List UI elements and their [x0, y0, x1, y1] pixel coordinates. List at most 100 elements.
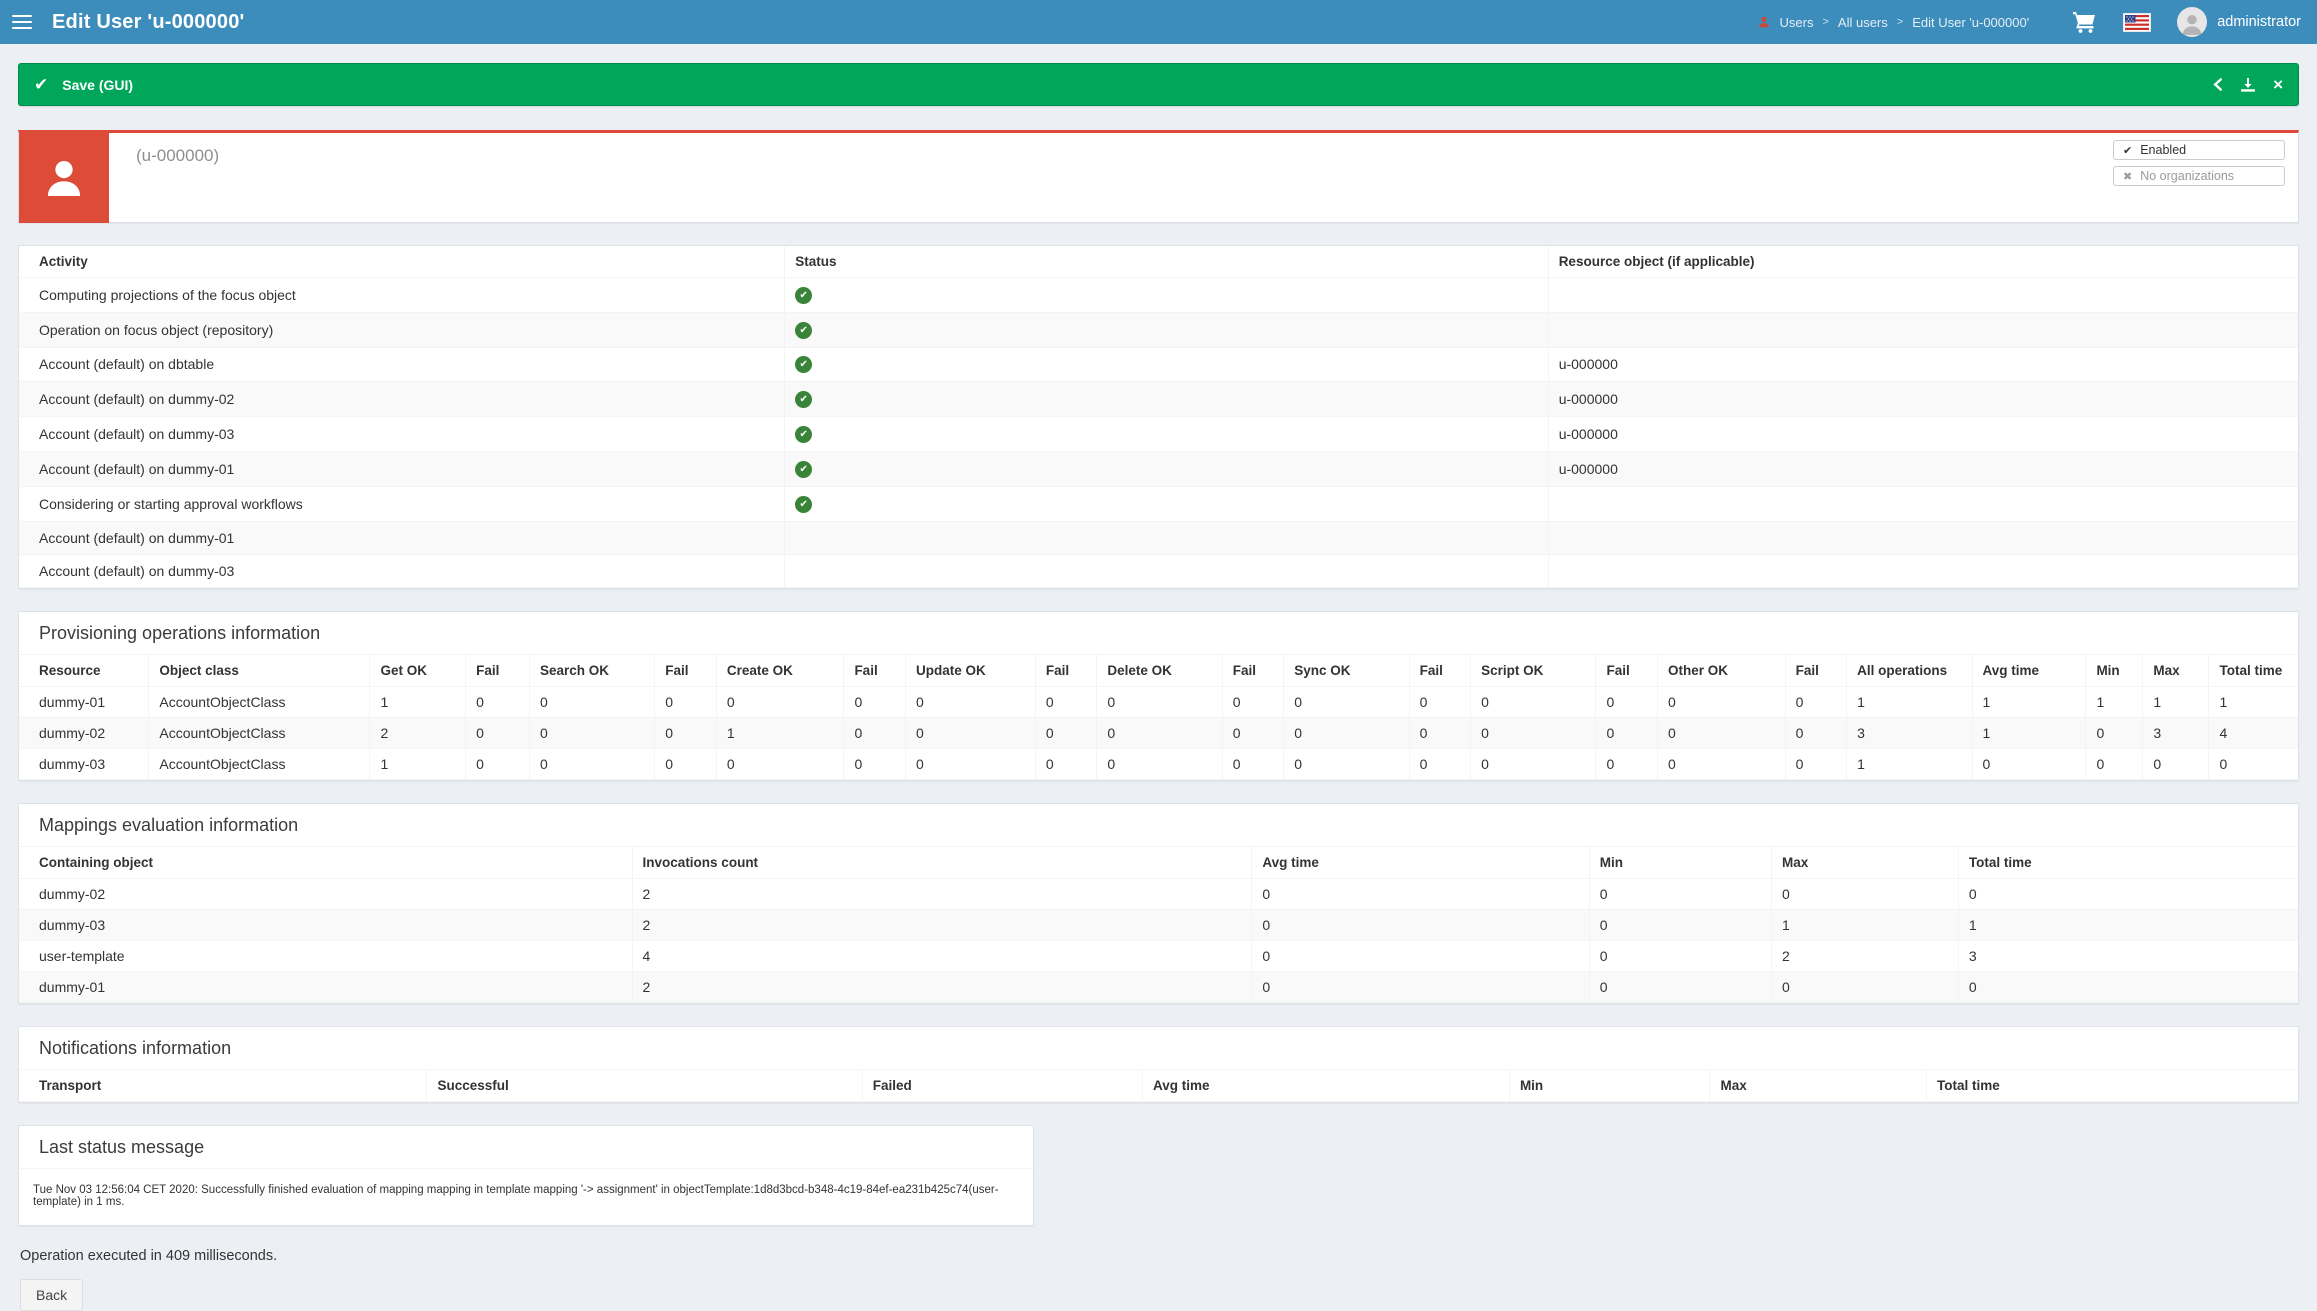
enabled-tag: ✔ Enabled — [2113, 140, 2285, 160]
table-cell: 0 — [1221, 747, 1285, 780]
table-cell: 0 — [1957, 970, 2298, 1003]
table-cell: 0 — [904, 685, 1036, 718]
column-header: All operations — [1846, 654, 1973, 687]
table-row: Account (default) on dummy-03 ✔ u-000000 — [19, 416, 2298, 452]
column-header: Max — [1771, 846, 1959, 879]
table-cell: 0 — [654, 685, 717, 718]
table-cell: 1 — [2142, 685, 2210, 718]
column-header: Fail — [465, 654, 530, 687]
table-cell: dummy-03 — [19, 908, 633, 941]
table-cell: 0 — [1470, 685, 1597, 718]
user-summary-panel: (u-000000) ✔ Enabled ✖ No organizations — [18, 130, 2299, 223]
table-cell: 0 — [1784, 716, 1848, 749]
table-row: Computing projections of the focus objec… — [19, 277, 2298, 313]
breadcrumb-current: Edit User 'u-000000' — [1912, 14, 2030, 30]
table-cell: ✔ — [784, 416, 1549, 452]
notifications-title: Notifications information — [19, 1027, 2298, 1070]
chevron-left-icon[interactable] — [2213, 78, 2223, 91]
column-header: Search OK — [528, 654, 656, 687]
breadcrumb-all-users[interactable]: All users — [1838, 15, 1888, 30]
table-cell: 0 — [715, 685, 845, 718]
column-header: Invocations count — [631, 846, 1253, 879]
provisioning-header-row: Resource Object class Get OK Fail Search OK F… — [19, 654, 2298, 687]
breadcrumb-separator: > — [1896, 16, 1904, 28]
column-header: Max — [2142, 654, 2210, 687]
table-cell: dummy-01 — [19, 970, 633, 1003]
x-icon: ✖ — [2123, 169, 2133, 183]
table-cell: 4 — [631, 939, 1253, 972]
table-cell — [1547, 277, 2298, 313]
success-status-icon: ✔ — [795, 286, 813, 304]
table-cell: 0 — [1408, 716, 1472, 749]
table-cell: AccountObjectClass — [148, 685, 371, 718]
table-cell: 0 — [1251, 908, 1590, 941]
download-icon[interactable] — [2241, 77, 2256, 92]
table-cell: 0 — [2085, 747, 2144, 780]
user-photo-icon — [19, 133, 109, 223]
cart-icon[interactable] — [2071, 10, 2097, 34]
table-cell: Considering or starting approval workflo… — [19, 485, 786, 522]
success-check-icon: ✔ — [34, 74, 49, 95]
mappings-table: Containing object Invocations count Avg ti… — [19, 846, 2298, 1003]
table-cell: 2 — [631, 908, 1253, 941]
column-header: Max — [1709, 1069, 1927, 1102]
table-cell: 1 — [1957, 908, 2298, 941]
table-row: dummy-03 AccountObjectClass 1 0 0 0 0 0 0 0 0 0 0 0 0 0… — [19, 747, 2298, 780]
locale-flag-icon[interactable] — [2123, 12, 2152, 32]
table-cell: 0 — [843, 716, 906, 749]
column-header: Fail — [1221, 654, 1285, 687]
table-cell: 2 — [631, 970, 1253, 1003]
column-header: Create OK — [715, 654, 845, 687]
table-cell: 1 — [369, 747, 467, 780]
table-cell: 0 — [1251, 939, 1590, 972]
breadcrumb: Users > All users > Edit User 'u-000000' — [1757, 14, 2030, 30]
operation-result-banner: ✔ Save (GUI) × — [18, 63, 2299, 106]
column-header: Min — [1508, 1069, 1711, 1102]
close-icon[interactable]: × — [2273, 76, 2283, 93]
column-header: Total time — [1957, 846, 2298, 879]
back-button[interactable]: Back — [20, 1278, 84, 1311]
sidebar-toggle-icon[interactable] — [12, 11, 32, 33]
table-cell: u-000000 — [1547, 346, 2298, 383]
column-header: Update OK — [904, 654, 1036, 687]
table-cell: 0 — [1957, 877, 2298, 910]
mappings-panel: Mappings evaluation information Containi… — [18, 802, 2299, 1004]
column-header: Sync OK — [1283, 654, 1410, 687]
table-cell — [1547, 553, 2298, 588]
table-cell: AccountObjectClass — [148, 747, 371, 780]
mappings-table-body: dummy-02 2 0 0 0 0 dummy-03 2 0 0 1 1 user-template 4… — [19, 877, 2298, 1003]
table-cell: 3 — [1957, 939, 2298, 972]
success-status-icon: ✔ — [795, 356, 813, 374]
table-row: user-template 4 0 0 2 3 — [19, 939, 2298, 972]
success-status-icon: ✔ — [795, 495, 813, 513]
table-cell — [784, 520, 1549, 555]
users-icon — [1758, 16, 1769, 28]
column-header: Activity — [19, 246, 786, 278]
table-cell: 1 — [1771, 908, 1959, 941]
column-header: Fail — [843, 654, 906, 687]
table-cell: 0 — [1251, 970, 1590, 1003]
column-header: Delete OK — [1096, 654, 1223, 687]
no-organizations-tag-label: No organizations — [2140, 169, 2235, 183]
table-cell: 0 — [1408, 685, 1472, 718]
table-cell: 0 — [465, 685, 530, 718]
column-header: Fail — [1034, 654, 1098, 687]
table-row: Account (default) on dummy-02 ✔ u-000000 — [19, 381, 2298, 418]
table-cell: 0 — [1034, 685, 1098, 718]
table-cell: 0 — [1595, 685, 1659, 718]
table-cell: 0 — [1470, 747, 1597, 780]
column-header: Total time — [1925, 1069, 2298, 1102]
table-cell: 1 — [715, 716, 845, 749]
table-cell: 0 — [1408, 747, 1472, 780]
success-status-icon: ✔ — [795, 391, 813, 409]
table-cell: 0 — [843, 685, 906, 718]
table-cell: 0 — [528, 716, 656, 749]
enabled-tag-label: Enabled — [2140, 143, 2187, 157]
user-menu[interactable]: administrator — [2177, 7, 2301, 37]
table-cell: 2 — [631, 877, 1253, 910]
table-cell: 1 — [1846, 685, 1973, 718]
breadcrumb-users[interactable]: Users — [1780, 15, 1814, 30]
table-cell — [1547, 311, 2298, 348]
table-row: Account (default) on dummy-01 ✔ u-000000 — [19, 450, 2298, 487]
table-cell: u-000000 — [1547, 381, 2298, 418]
